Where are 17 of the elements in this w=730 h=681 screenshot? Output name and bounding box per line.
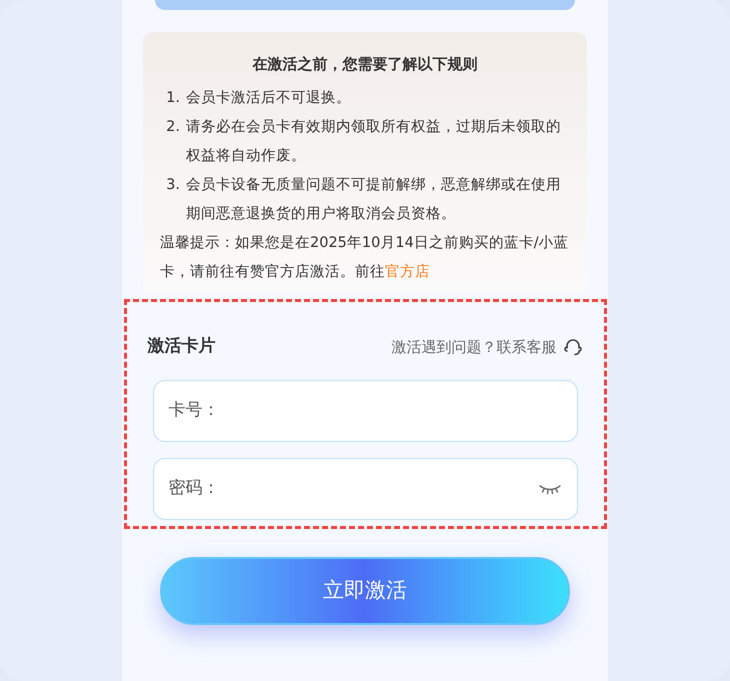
field-label: 密码： [168,476,220,500]
activation-title: 激活卡片 [148,335,216,358]
rule-text: 会员卡设备无质量问题不可提前解绑，恶意解绑或在使用期间恶意退换货的用户将取消会员资格。 [186,176,562,224]
rule-text: 会员卡激活后不可退换。 [186,89,351,108]
field-label: 卡号： [168,398,220,422]
list-number: 2. [165,118,181,137]
rules-title: 在激活之前，您需要了解以下规则 [251,54,478,75]
card-number-field[interactable]: 卡号： [152,380,578,442]
eye-closed-icon[interactable] [538,482,562,494]
list-number: 1. [165,89,181,108]
password-field[interactable]: 密码： [152,458,578,520]
tip-text: 温馨提示：如果您是在2025年10月14日之前购买的蓝卡/小蓝卡，请前往有赞官方店激活。前往官方店 [160,234,570,282]
activate-button[interactable]: 立即激活 [160,557,570,625]
headset-icon[interactable] [562,336,582,357]
contact-support-link[interactable]: 激活遇到问题？联系客服 [392,336,556,358]
list-number: 3. [165,176,181,195]
rule-text: 请务必在会员卡有效期内领取所有权益，过期后未领取的权益将自动作废。 [186,118,562,166]
